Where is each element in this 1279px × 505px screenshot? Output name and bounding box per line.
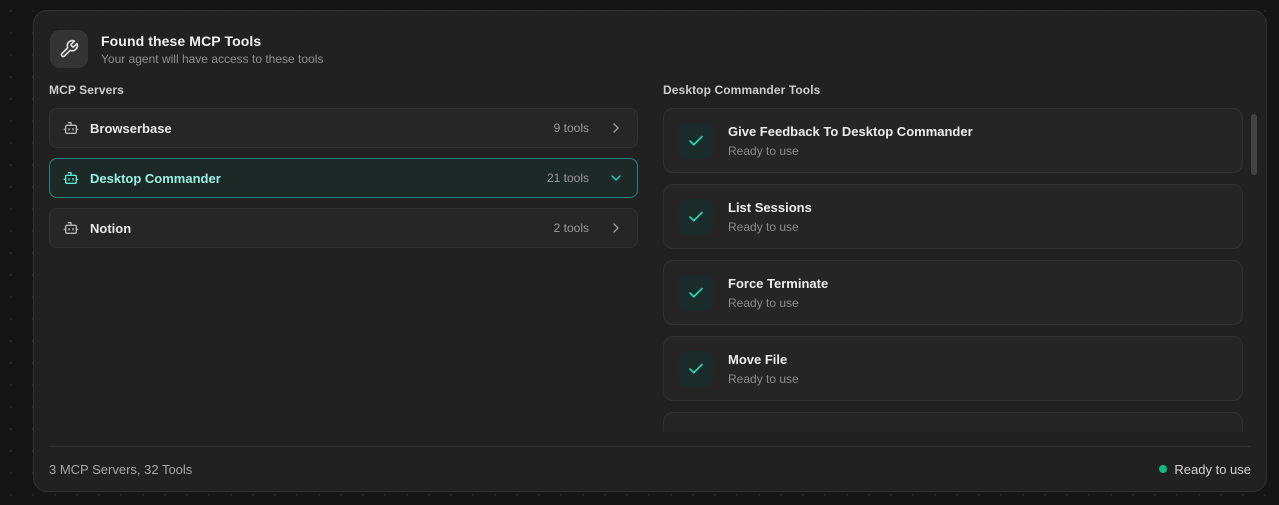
tool-name: Force Terminate (728, 275, 829, 291)
tool-card-text: Give Feedback To Desktop Commander Ready… (728, 124, 973, 158)
server-tools-heading: Desktop Commander Tools (663, 83, 821, 97)
footer-summary: 3 MCP Servers, 32 Tools (49, 461, 193, 477)
bot-icon (63, 220, 79, 236)
mcp-tools-dialog: Found these MCP Tools Your agent will ha… (33, 10, 1267, 492)
chevron-down-icon (608, 170, 624, 186)
tool-card-partially-visible[interactable] (663, 412, 1243, 432)
server-name: Desktop Commander (90, 170, 221, 186)
tool-name: List Sessions (728, 199, 812, 215)
server-tools-count: 2 tools (553, 221, 589, 235)
status-dot-icon (1159, 465, 1168, 473)
bot-icon (63, 170, 79, 186)
tool-card[interactable]: Move File Ready to use (663, 336, 1243, 401)
app-background: { "header": { "title": "Found these MCP … (0, 0, 1279, 505)
mcp-servers-panel: MCP Servers Browserbase 9 tools Desktop … (49, 83, 638, 432)
dialog-content: MCP Servers Browserbase 9 tools Desktop … (34, 83, 1266, 432)
tool-status: Ready to use (728, 143, 799, 158)
footer-status-label: Ready to use (1174, 461, 1251, 477)
tool-name: Move File (728, 351, 788, 367)
tool-card[interactable]: List Sessions Ready to use (663, 184, 1243, 249)
footer-status: Ready to use (1159, 462, 1251, 477)
tool-status: Ready to use (728, 295, 799, 310)
scrollbar-thumb[interactable] (1251, 114, 1257, 175)
tool-card[interactable]: Give Feedback To Desktop Commander Ready… (663, 108, 1243, 173)
chevron-right-icon (608, 220, 624, 236)
server-name: Browserbase (90, 120, 172, 136)
server-tools-count: 9 tools (553, 121, 589, 135)
tool-card-text: List Sessions Ready to use (728, 200, 812, 234)
check-icon (678, 350, 714, 387)
chevron-right-icon (608, 120, 624, 136)
header-text: Found these MCP Tools Your agent will ha… (101, 33, 323, 66)
server-row-desktop-commander[interactable]: Desktop Commander 21 tools (49, 158, 638, 198)
check-icon (678, 274, 714, 311)
server-name: Notion (90, 220, 132, 236)
tool-status: Ready to use (728, 219, 799, 234)
wrench-icon (50, 30, 88, 68)
dialog-title: Found these MCP Tools (101, 32, 262, 49)
server-row-notion[interactable]: Notion 2 tools (49, 208, 638, 248)
mcp-servers-heading: MCP Servers (49, 83, 124, 97)
server-tools-panel: Desktop Commander Tools Give Feedback To… (663, 83, 1251, 432)
tools-list: Give Feedback To Desktop Commander Ready… (663, 108, 1243, 432)
server-tools-count: 21 tools (546, 171, 589, 185)
dialog-footer: 3 MCP Servers, 32 Tools Ready to use (49, 446, 1251, 491)
tool-card-text: Force Terminate Ready to use (728, 276, 828, 310)
check-icon (678, 122, 714, 159)
tool-card[interactable]: Force Terminate Ready to use (663, 260, 1243, 325)
check-icon (678, 198, 714, 235)
dialog-header: Found these MCP Tools Your agent will ha… (34, 11, 1266, 68)
tool-card-text: Move File Ready to use (728, 352, 799, 386)
dialog-subtitle: Your agent will have access to these too… (101, 51, 324, 66)
tool-status: Ready to use (728, 371, 799, 386)
bot-icon (63, 120, 79, 136)
server-row-browserbase[interactable]: Browserbase 9 tools (49, 108, 638, 148)
tool-name: Give Feedback To Desktop Commander (728, 123, 973, 139)
